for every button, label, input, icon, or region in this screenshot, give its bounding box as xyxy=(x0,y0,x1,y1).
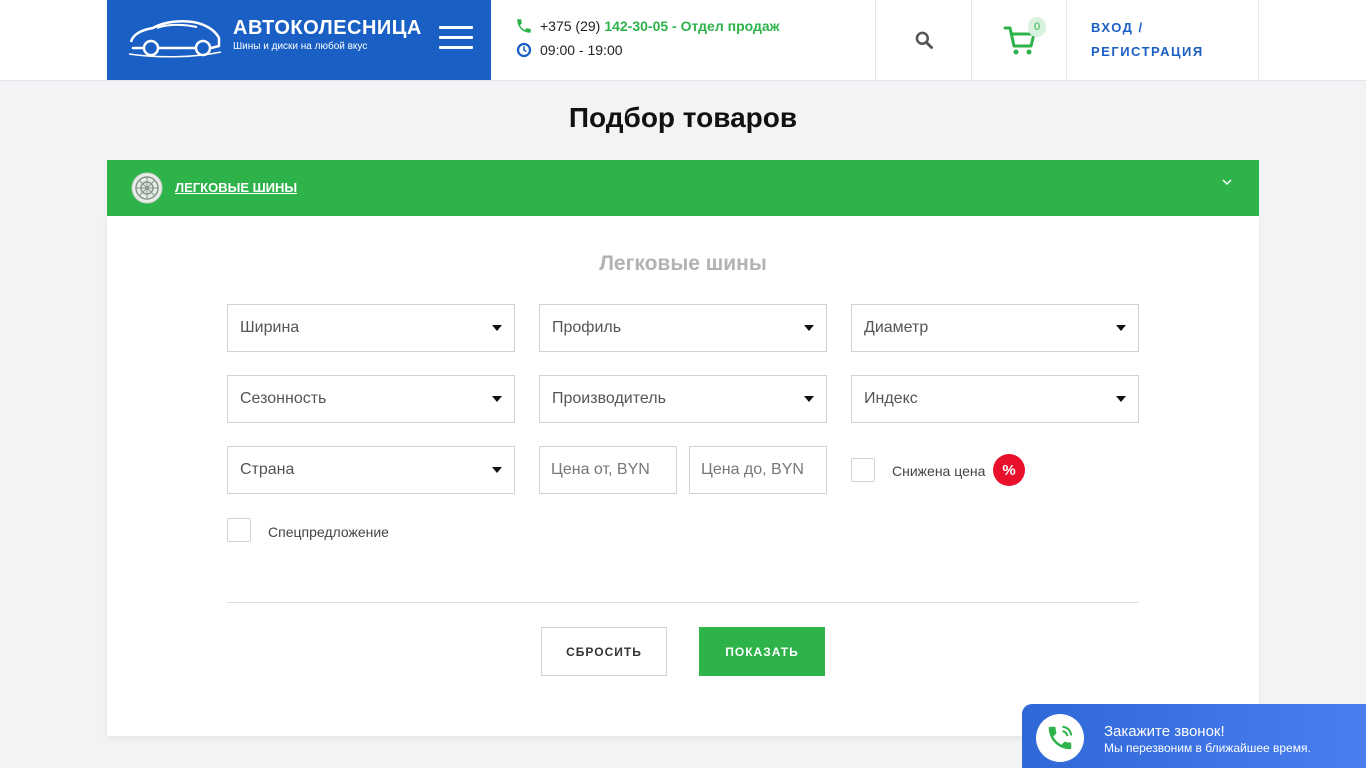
login-label[interactable]: ВХОД / xyxy=(1091,16,1204,40)
width-select-value: Ширина xyxy=(240,319,300,336)
hours-row: 09:00 - 19:00 xyxy=(514,38,780,62)
dropdown-arrow-icon xyxy=(804,396,814,402)
dropdown-arrow-icon xyxy=(804,325,814,331)
phone-row[interactable]: +375 (29) 142-30-05 - Отдел продаж xyxy=(514,14,780,38)
manufacturer-select-value: Производитель xyxy=(552,390,666,407)
diameter-select[interactable]: Диаметр xyxy=(851,304,1139,352)
search-button[interactable] xyxy=(875,0,971,80)
divider xyxy=(227,602,1139,603)
index-select[interactable]: Индекс xyxy=(851,375,1139,423)
callback-widget[interactable]: Закажите звонок! Мы перезвоним в ближайш… xyxy=(1022,704,1366,768)
work-hours: 09:00 - 19:00 xyxy=(540,42,623,58)
callback-phone-icon xyxy=(1036,714,1084,762)
manufacturer-select[interactable]: Производитель xyxy=(539,375,827,423)
clock-phone-icon xyxy=(514,40,534,60)
reduced-price-checkbox[interactable] xyxy=(851,458,875,482)
country-select-value: Страна xyxy=(240,461,295,478)
reduced-price-label[interactable]: Снижена цена xyxy=(892,463,985,479)
dropdown-arrow-icon xyxy=(492,396,502,402)
season-select-value: Сезонность xyxy=(240,390,327,407)
login-link[interactable]: ВХОД / РЕГИСТРАЦИЯ xyxy=(1091,16,1204,64)
price-to-input[interactable] xyxy=(689,446,827,494)
sale-badge-text: % xyxy=(1002,461,1016,479)
diameter-select-value: Диаметр xyxy=(864,319,929,336)
accordion-passenger-tires[interactable]: ЛЕГКОВЫЕ ШИНЫ xyxy=(107,160,1259,216)
filter-panel: Легковые шины Ширина Профиль Диаметр Сез… xyxy=(107,216,1259,736)
site-header: АВТОКОЛЕСНИЦА Шины и диски на любой вкус… xyxy=(0,0,1366,81)
header-contacts: +375 (29) 142-30-05 - Отдел продаж 09:00… xyxy=(514,14,780,62)
dropdown-arrow-icon xyxy=(492,467,502,473)
login-block[interactable]: ВХОД / РЕГИСТРАЦИЯ xyxy=(1066,0,1259,80)
cart-count-badge: 0 xyxy=(1028,17,1046,37)
index-select-value: Индекс xyxy=(864,390,918,407)
price-from-input[interactable] xyxy=(539,446,677,494)
special-offer-checkbox[interactable] xyxy=(227,518,251,542)
car-logo-icon xyxy=(128,20,222,58)
season-select[interactable]: Сезонность xyxy=(227,375,515,423)
filter-title: Легковые шины xyxy=(599,252,767,275)
search-icon xyxy=(915,31,933,49)
accordion-label[interactable]: ЛЕГКОВЫЕ ШИНЫ xyxy=(175,180,297,195)
reset-button[interactable]: СБРОСИТЬ xyxy=(541,627,667,676)
logo-title: АВТОКОЛЕСНИЦА xyxy=(233,17,422,39)
dropdown-arrow-icon xyxy=(1116,396,1126,402)
register-label[interactable]: РЕГИСТРАЦИЯ xyxy=(1091,40,1204,64)
logo-block[interactable]: АВТОКОЛЕСНИЦА Шины и диски на любой вкус xyxy=(107,0,491,80)
page-title: Подбор товаров xyxy=(568,102,798,133)
width-select[interactable]: Ширина xyxy=(227,304,515,352)
phone-icon xyxy=(514,16,534,36)
menu-burger-icon[interactable] xyxy=(439,26,473,52)
special-offer-label[interactable]: Спецпредложение xyxy=(268,524,389,540)
logo-subtitle: Шины и диски на любой вкус xyxy=(233,41,368,52)
country-select[interactable]: Страна xyxy=(227,446,515,494)
sale-percent-icon: % xyxy=(993,454,1025,486)
show-button[interactable]: ПОКАЗАТЬ xyxy=(699,627,825,676)
tire-icon xyxy=(131,172,163,204)
profile-select-value: Профиль xyxy=(552,319,622,336)
dropdown-arrow-icon xyxy=(492,325,502,331)
callback-subtitle: Мы перезвоним в ближайшее время. xyxy=(1104,741,1311,755)
chevron-down-icon[interactable] xyxy=(1219,174,1235,190)
callback-title: Закажите звонок! xyxy=(1104,723,1225,740)
phone-prefix: +375 (29) xyxy=(540,18,601,34)
dropdown-arrow-icon xyxy=(1116,325,1126,331)
profile-select[interactable]: Профиль xyxy=(539,304,827,352)
cart-button[interactable]: 0 xyxy=(971,0,1067,80)
phone-number[interactable]: 142-30-05 - Отдел продаж xyxy=(604,18,779,34)
